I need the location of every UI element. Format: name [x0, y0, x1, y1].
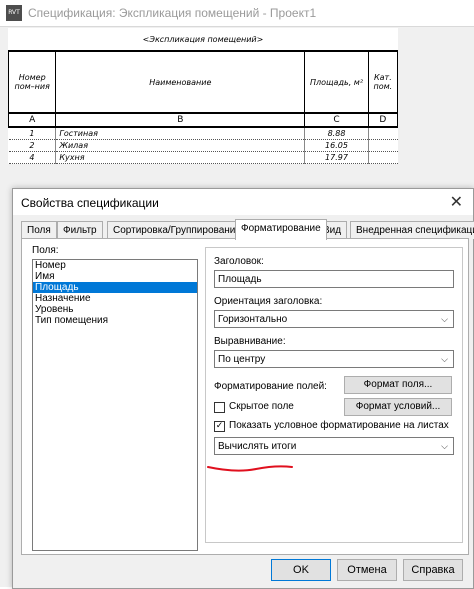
field-format-button[interactable]: Формат поля... — [344, 376, 452, 394]
show-conditional-label: Показать условное форматирование на лист… — [229, 420, 449, 431]
column-letter-c[interactable]: C — [304, 112, 369, 128]
cell-name[interactable]: Жилая — [55, 139, 305, 152]
header-category[interactable]: Кат. пом. — [367, 50, 399, 114]
cancel-button[interactable]: Отмена — [337, 559, 397, 581]
field-format-group: Заголовок: Площадь Ориентация заголовка:… — [205, 247, 463, 543]
list-item[interactable]: Уровень — [33, 304, 197, 315]
cell-category[interactable] — [367, 151, 398, 164]
header-number[interactable]: Номер пом–ния — [7, 50, 57, 114]
tab-fields[interactable]: Поля — [21, 221, 57, 239]
orientation-value: Горизонтально — [218, 314, 288, 325]
conditional-format-button[interactable]: Формат условий... — [344, 398, 452, 416]
cell-name[interactable]: Кухня — [55, 151, 305, 164]
cell-category[interactable] — [367, 139, 398, 152]
cell-area[interactable]: 8.88 — [304, 127, 369, 140]
cell-category[interactable] — [367, 127, 398, 140]
window-title: Спецификация: Экспликация помещений - Пр… — [28, 6, 317, 20]
hidden-field-checkbox[interactable] — [214, 402, 225, 413]
cell-area[interactable]: 17.97 — [304, 151, 369, 164]
hidden-field-label: Скрытое поле — [229, 401, 294, 412]
fields-listbox[interactable]: Номер Имя Площадь Назначение Уровень Тип… — [32, 259, 198, 551]
header-area[interactable]: Площадь, м² — [304, 50, 369, 114]
list-item-selected[interactable]: Площадь — [33, 282, 197, 293]
room-schedule-table: <Экспликация помещений> Номер пом–ния На… — [7, 28, 399, 164]
column-letter-a[interactable]: A — [7, 112, 57, 128]
tab-filter[interactable]: Фильтр — [57, 221, 103, 239]
table-row[interactable]: 2 Жилая 16.05 — [8, 139, 398, 152]
totals-value: Вычислять итоги — [218, 441, 297, 452]
alignment-select[interactable]: По центру ⌵ — [214, 350, 454, 368]
totals-select[interactable]: Вычислять итоги ⌵ — [214, 437, 454, 455]
list-item[interactable]: Имя — [33, 271, 197, 282]
revit-app-icon: RVT — [6, 5, 22, 21]
alignment-label: Выравнивание: — [214, 336, 286, 347]
cell-number[interactable]: 1 — [8, 127, 56, 140]
field-format-label: Форматирование полей: — [214, 381, 327, 392]
cell-area[interactable]: 16.05 — [304, 139, 369, 152]
chevron-down-icon: ⌵ — [441, 314, 448, 324]
show-conditional-checkbox[interactable]: ✓ — [214, 421, 225, 432]
close-icon[interactable]: ✕ — [450, 192, 463, 211]
chevron-down-icon: ⌵ — [441, 441, 448, 451]
help-button[interactable]: Справка — [403, 559, 463, 581]
heading-input[interactable]: Площадь — [214, 270, 454, 288]
schedule-window-titlebar: RVT Спецификация: Экспликация помещений … — [0, 0, 474, 27]
cell-name[interactable]: Гостиная — [55, 127, 305, 140]
list-item[interactable]: Тип помещения — [33, 315, 197, 326]
chevron-down-icon: ⌵ — [441, 354, 448, 364]
column-letter-d[interactable]: D — [367, 112, 399, 128]
ok-button[interactable]: OK — [271, 559, 331, 581]
dialog-title: Свойства спецификации — [21, 196, 159, 210]
list-item[interactable]: Назначение — [33, 293, 197, 304]
schedule-title[interactable]: <Экспликация помещений> — [9, 28, 398, 51]
formatting-panel: Поля: Номер Имя Площадь Назначение Урове… — [21, 238, 469, 555]
dialog-titlebar: Свойства спецификации ✕ — [13, 189, 473, 215]
column-letter-b[interactable]: B — [55, 112, 306, 128]
table-row[interactable]: 4 Кухня 17.97 — [8, 151, 398, 164]
red-underline-annotation — [207, 465, 293, 472]
tab-sorting-grouping[interactable]: Сортировка/Группирование — [107, 221, 247, 239]
heading-label: Заголовок: — [214, 256, 264, 267]
alignment-value: По центру — [218, 354, 266, 365]
cell-number[interactable]: 4 — [8, 151, 56, 164]
tab-embedded-schedule[interactable]: Внедренная спецификация — [350, 221, 474, 239]
orientation-label: Ориентация заголовка: — [214, 296, 323, 307]
cell-number[interactable]: 2 — [8, 139, 56, 152]
list-item[interactable]: Номер — [33, 260, 197, 271]
tab-formatting[interactable]: Форматирование — [235, 219, 327, 240]
check-icon: ✓ — [215, 421, 224, 431]
orientation-select[interactable]: Горизонтально ⌵ — [214, 310, 454, 328]
fields-label: Поля: — [32, 245, 59, 256]
header-name[interactable]: Наименование — [55, 50, 306, 114]
schedule-properties-dialog: Свойства спецификации ✕ Поля Фильтр Сорт… — [12, 188, 474, 589]
table-row[interactable]: 1 Гостиная 8.88 — [8, 127, 398, 140]
